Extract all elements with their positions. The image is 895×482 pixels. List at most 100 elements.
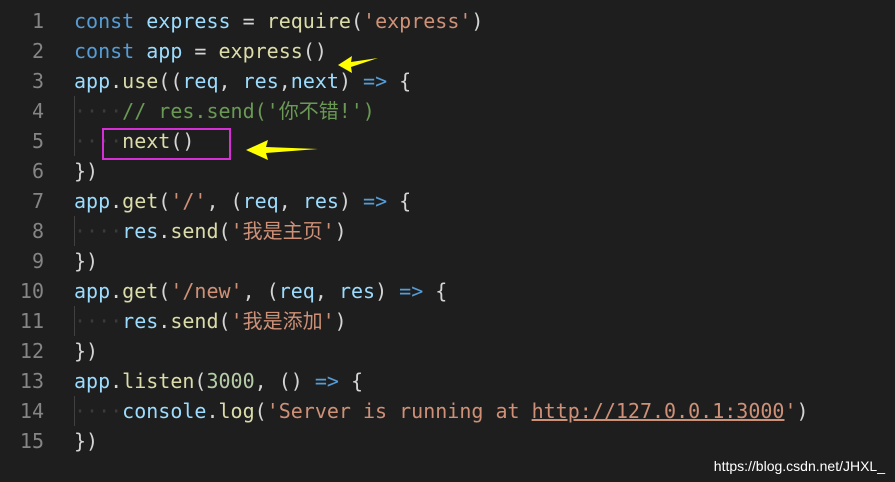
code-line[interactable]: 13 app.listen(3000, () => { [0, 366, 895, 396]
code-token: . [110, 189, 123, 213]
indent-guide-dots: ···· [74, 399, 123, 423]
code-token: req [278, 279, 315, 303]
watermark: https://blog.csdn.net/JHXL_ [713, 458, 885, 474]
code-line[interactable]: 15}) [0, 426, 895, 456]
code-token: . [110, 279, 123, 303]
code-token: app [74, 369, 111, 393]
code-text[interactable]: app.get('/new', (req, res) => { [74, 276, 447, 306]
code-token: app [74, 189, 111, 213]
line-number: 12 [19, 339, 44, 363]
code-line[interactable]: 8 ····res.send('我是主页') [0, 216, 895, 246]
code-token: console [122, 399, 207, 423]
arrow-annotation-line2 [338, 56, 378, 73]
code-token: , ( [242, 279, 279, 303]
code-token: { [387, 69, 412, 93]
code-token: require [266, 9, 351, 33]
code-token: . [206, 399, 219, 423]
code-token: use [122, 69, 159, 93]
code-text[interactable]: app.get('/', (req, res) => { [74, 186, 411, 216]
code-token: res [302, 189, 339, 213]
code-token: log [218, 399, 255, 423]
code-text[interactable]: const express = require('express') [74, 6, 483, 36]
code-line[interactable]: 4 ····// res.send('你不错!') [0, 96, 895, 126]
code-token: => [399, 279, 424, 303]
code-token: . [158, 219, 171, 243]
line-number: 14 [19, 399, 44, 423]
line-number: 13 [19, 369, 44, 393]
code-token: (( [158, 69, 183, 93]
code-token: }) [74, 249, 99, 273]
arrow-annotation-line5 [246, 140, 318, 160]
code-text[interactable]: }) [74, 336, 98, 366]
code-token: 'express' [363, 9, 472, 33]
code-token: }) [74, 429, 99, 453]
code-token: res [338, 279, 376, 303]
line-number: 6 [31, 159, 44, 183]
line-number: 7 [31, 189, 44, 213]
code-line[interactable]: 9}) [0, 246, 895, 276]
code-token: { [423, 279, 448, 303]
code-token: ) [375, 279, 400, 303]
code-line[interactable]: 3 app.use((req, res,next) => { [0, 66, 895, 96]
code-text[interactable]: }) [74, 156, 98, 186]
code-token: ( [218, 219, 231, 243]
code-token: ( [194, 369, 207, 393]
code-token: . [158, 309, 171, 333]
code-token: send [170, 219, 219, 243]
code-line[interactable]: 6}) [0, 156, 895, 186]
code-token: // res.send('你不错!') [122, 99, 375, 123]
line-number: 10 [19, 279, 44, 303]
code-token: , [218, 69, 243, 93]
code-token: next [290, 69, 339, 93]
code-text[interactable]: ····// res.send('你不错!') [74, 96, 375, 126]
line-number: 11 [19, 309, 44, 333]
code-token: 3000 [206, 369, 255, 393]
indent-guide-dots: ···· [74, 219, 123, 243]
code-line[interactable]: 12}) [0, 336, 895, 366]
code-token: () [302, 39, 327, 63]
code-token: const [74, 9, 135, 33]
code-token: , [278, 189, 303, 213]
code-line[interactable]: 11 ····res.send('我是添加') [0, 306, 895, 336]
code-token: app [74, 279, 111, 303]
code-text[interactable]: }) [74, 426, 98, 456]
code-token: 'Server is running at [266, 399, 532, 423]
code-token: => [363, 189, 388, 213]
code-token: express [146, 9, 231, 33]
code-token: = [182, 39, 219, 63]
code-text[interactable]: }) [74, 246, 98, 276]
code-line[interactable]: 2 const app = express() [0, 36, 895, 66]
code-token: get [122, 279, 159, 303]
code-token: ) [334, 309, 347, 333]
code-token: req [242, 189, 279, 213]
line-number: 2 [31, 39, 44, 63]
code-token: ( [254, 399, 267, 423]
code-token: send [170, 309, 219, 333]
code-line[interactable]: 14 ····console.log('Server is running at … [0, 396, 895, 426]
code-token: get [122, 189, 159, 213]
highlight-box [102, 128, 231, 160]
indent-guide [74, 126, 75, 156]
code-token: '/new' [170, 279, 243, 303]
code-token: res [122, 219, 159, 243]
code-token: '/' [170, 189, 207, 213]
line-number: 4 [31, 99, 44, 123]
indent-guide-dots: ···· [74, 99, 123, 123]
code-text[interactable]: app.listen(3000, () => { [74, 366, 363, 396]
code-token: app [146, 39, 183, 63]
code-token: }) [74, 159, 99, 183]
code-token: '我是主页' [230, 219, 335, 243]
code-line[interactable]: 10 app.get('/new', (req, res) => { [0, 276, 895, 306]
code-text[interactable]: ····res.send('我是添加') [74, 306, 347, 336]
code-token: { [387, 189, 412, 213]
code-token: http://127.0.0.1:3000 [531, 399, 785, 423]
code-line[interactable]: 7 app.get('/', (req, res) => { [0, 186, 895, 216]
code-token: ( [158, 279, 171, 303]
code-text[interactable]: const app = express() [74, 36, 327, 66]
code-line[interactable]: 1 const express = require('express') [0, 6, 895, 36]
code-text[interactable]: ····res.send('我是主页') [74, 216, 347, 246]
code-token: , () [254, 369, 315, 393]
code-editor[interactable]: 1 const express = require('express') 2 cons… [0, 6, 895, 456]
code-text[interactable]: ····console.log('Server is running at ht… [74, 396, 809, 426]
